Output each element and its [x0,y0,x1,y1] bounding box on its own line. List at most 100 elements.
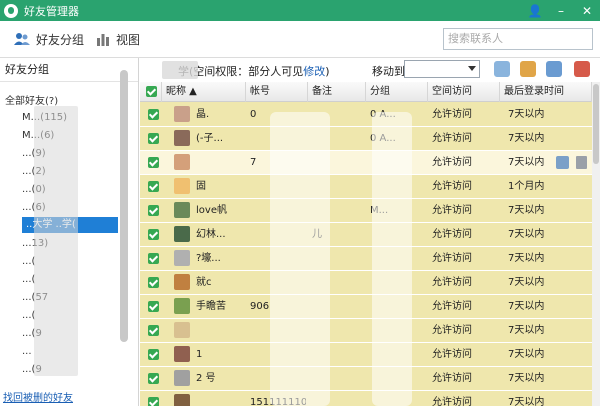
table-row[interactable]: love帆M...允许访问7天以内 [140,199,592,223]
table-row[interactable]: 7 允许访问 7天以内 [140,151,592,175]
nickname-cell [196,391,246,406]
delete-friend-icon[interactable] [574,61,590,77]
row-checkbox[interactable] [148,349,159,360]
move-to-label: 移动到 [372,65,405,78]
nickname-cell: 幻林... [196,229,226,240]
row-checkbox[interactable] [148,301,159,312]
header-group[interactable]: 分组 [366,82,428,102]
avatar [174,274,190,290]
table-row[interactable]: 就c 允许访问 7天以内 [140,271,592,295]
table-row[interactable]: 手瞻苦 906 允许访问 7天以内 [140,295,592,319]
last-login-cell: 7天以内 [508,277,545,288]
search-input[interactable]: 搜索联系人 [443,28,593,50]
table-row[interactable]: 151111110允许访问7天以内 [140,391,592,406]
last-login-cell: 7天以内 [508,301,545,312]
minimize-button[interactable]: – [548,0,574,21]
group-panel-header: 好友分组 [0,58,138,82]
row-checkbox[interactable] [148,397,159,406]
row-checkbox[interactable] [148,253,159,264]
space-access-cell: 允许访问 [432,253,472,264]
row-checkbox[interactable] [148,277,159,288]
avatar [174,154,190,170]
account-icon[interactable]: 👤 [522,0,548,21]
view-button[interactable]: 视图 [96,30,140,48]
edit-contact-icon[interactable] [556,156,569,169]
space-access-cell: 允许访问 [432,373,472,384]
nickname-cell: 1 [196,349,203,360]
space-access-cell: 允许访问 [432,325,472,336]
tree-scrollbar[interactable] [120,70,128,342]
table-row[interactable]: 1 允许访问 7天以内 [140,343,592,367]
avatar [174,202,190,218]
select-all-checkbox[interactable] [146,86,157,97]
header-nickname[interactable]: 昵称 ▲ [162,82,246,102]
avatar [174,322,190,338]
nickname-cell [196,319,246,343]
table-row[interactable]: 2 号 允许访问 7天以内 [140,367,592,391]
nickname-cell: 晶. [196,109,210,120]
move-to-select[interactable] [404,60,480,78]
view-label: 视图 [116,32,141,47]
last-login-cell: 7天以内 [508,349,545,360]
last-login-cell: 7天以内 [508,325,545,336]
row-checkbox[interactable] [148,205,159,216]
table-row[interactable]: ?壕... 允许访问 7天以内 [140,247,592,271]
table-row[interactable]: 固 允许访问 1个月内 [140,175,592,199]
bar-chart-icon [97,34,109,46]
header-last-login[interactable]: 最后登录时间 [500,82,592,102]
last-login-cell: 1个月内 [508,181,545,192]
privacy-blur [270,112,330,406]
space-access-cell: 允许访问 [432,157,472,168]
scrollbar-thumb[interactable] [593,84,599,164]
row-checkbox[interactable] [148,133,159,144]
row-checkbox[interactable] [148,157,159,168]
space-access-cell: 允许访问 [432,109,472,120]
row-checkbox[interactable] [148,229,159,240]
table-row[interactable]: 允许访问 7天以内 [140,319,592,343]
last-login-cell: 7天以内 [508,397,545,406]
qq-logo-icon [4,3,18,18]
header-account[interactable]: 帐号 [246,82,308,102]
space-access-cell: 允许访问 [432,277,472,288]
last-login-cell: 7天以内 [508,133,545,144]
table-row[interactable]: 晶.00 A...允许访问7天以内 [140,103,592,127]
window-title: 好友管理器 [24,4,79,18]
avatar [174,370,190,386]
group-panel: 好友分组 全部好友(?) M...(115) M...(6) ...(9) ..… [0,58,139,406]
avatar [174,178,190,194]
manage-friend-icon[interactable] [546,61,562,77]
nickname-cell: ?壕... [196,253,221,264]
close-button[interactable]: ✕ [574,0,600,21]
title-bar: 好友管理器 👤 – ✕ [0,0,600,21]
add-friend-icon[interactable] [520,61,536,77]
last-login-cell: 7天以内 [508,229,545,240]
tree-item[interactable]: ... [22,344,32,359]
tree-item[interactable]: ... [22,380,32,386]
space-access-cell: 允许访问 [432,301,472,312]
header-note[interactable]: 备注 [308,82,366,102]
nickname-cell: love帆 [196,205,227,216]
privacy-blur [372,112,412,406]
edit-permission-link[interactable]: 修改 [303,65,325,78]
table-scrollbar[interactable] [592,82,600,406]
space-access-cell: 允许访问 [432,205,472,216]
nickname-cell: (-子... [196,133,224,144]
table-row[interactable]: (-子...0 A...允许访问7天以内 [140,127,592,151]
row-checkbox[interactable] [148,325,159,336]
nickname-cell: 2 号 [196,373,216,384]
friends-group-button[interactable]: 好友分组 [14,30,84,48]
avatar [174,298,190,314]
row-checkbox[interactable] [148,181,159,192]
recover-deleted-friends-link[interactable]: 找回被删的好友 [3,389,73,404]
avatar [174,394,190,406]
row-checkbox[interactable] [148,109,159,120]
header-space-access[interactable]: 空间访问 [428,82,500,102]
row-checkbox[interactable] [148,373,159,384]
trash-icon[interactable] [576,156,587,169]
table-row[interactable]: 幻林...儿允许访问7天以内 [140,223,592,247]
friend-table: 昵称 ▲ 帐号 备注 分组 空间访问 最后登录时间 晶.00 A...允许访问7… [140,82,592,406]
nickname-cell [196,151,246,175]
people-icon [14,33,30,45]
group-tree: 全部好友(?) M...(115) M...(6) ...(9) ...(2) … [0,86,124,386]
contact-card-icon[interactable] [494,61,510,77]
